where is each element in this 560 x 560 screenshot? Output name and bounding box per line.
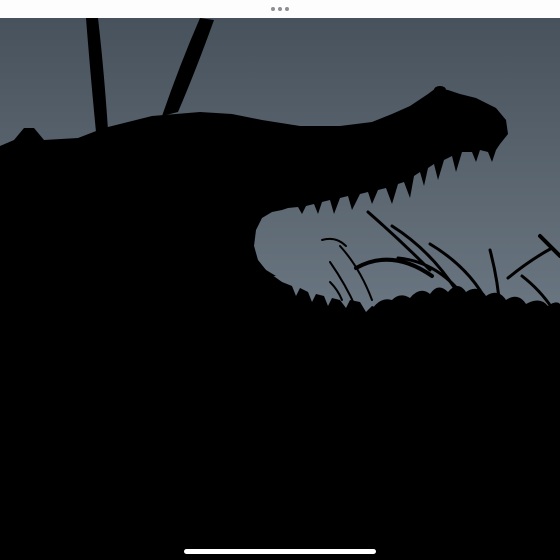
crocodile-silhouette-photo (0, 18, 560, 560)
top-bar (0, 0, 560, 18)
home-indicator[interactable] (184, 549, 376, 554)
more-dots-icon[interactable] (271, 7, 289, 11)
dot (271, 7, 275, 11)
photo-viewer[interactable] (0, 18, 560, 560)
dot (285, 7, 289, 11)
snout-bump (434, 86, 446, 94)
screen (0, 0, 560, 560)
dot (278, 7, 282, 11)
